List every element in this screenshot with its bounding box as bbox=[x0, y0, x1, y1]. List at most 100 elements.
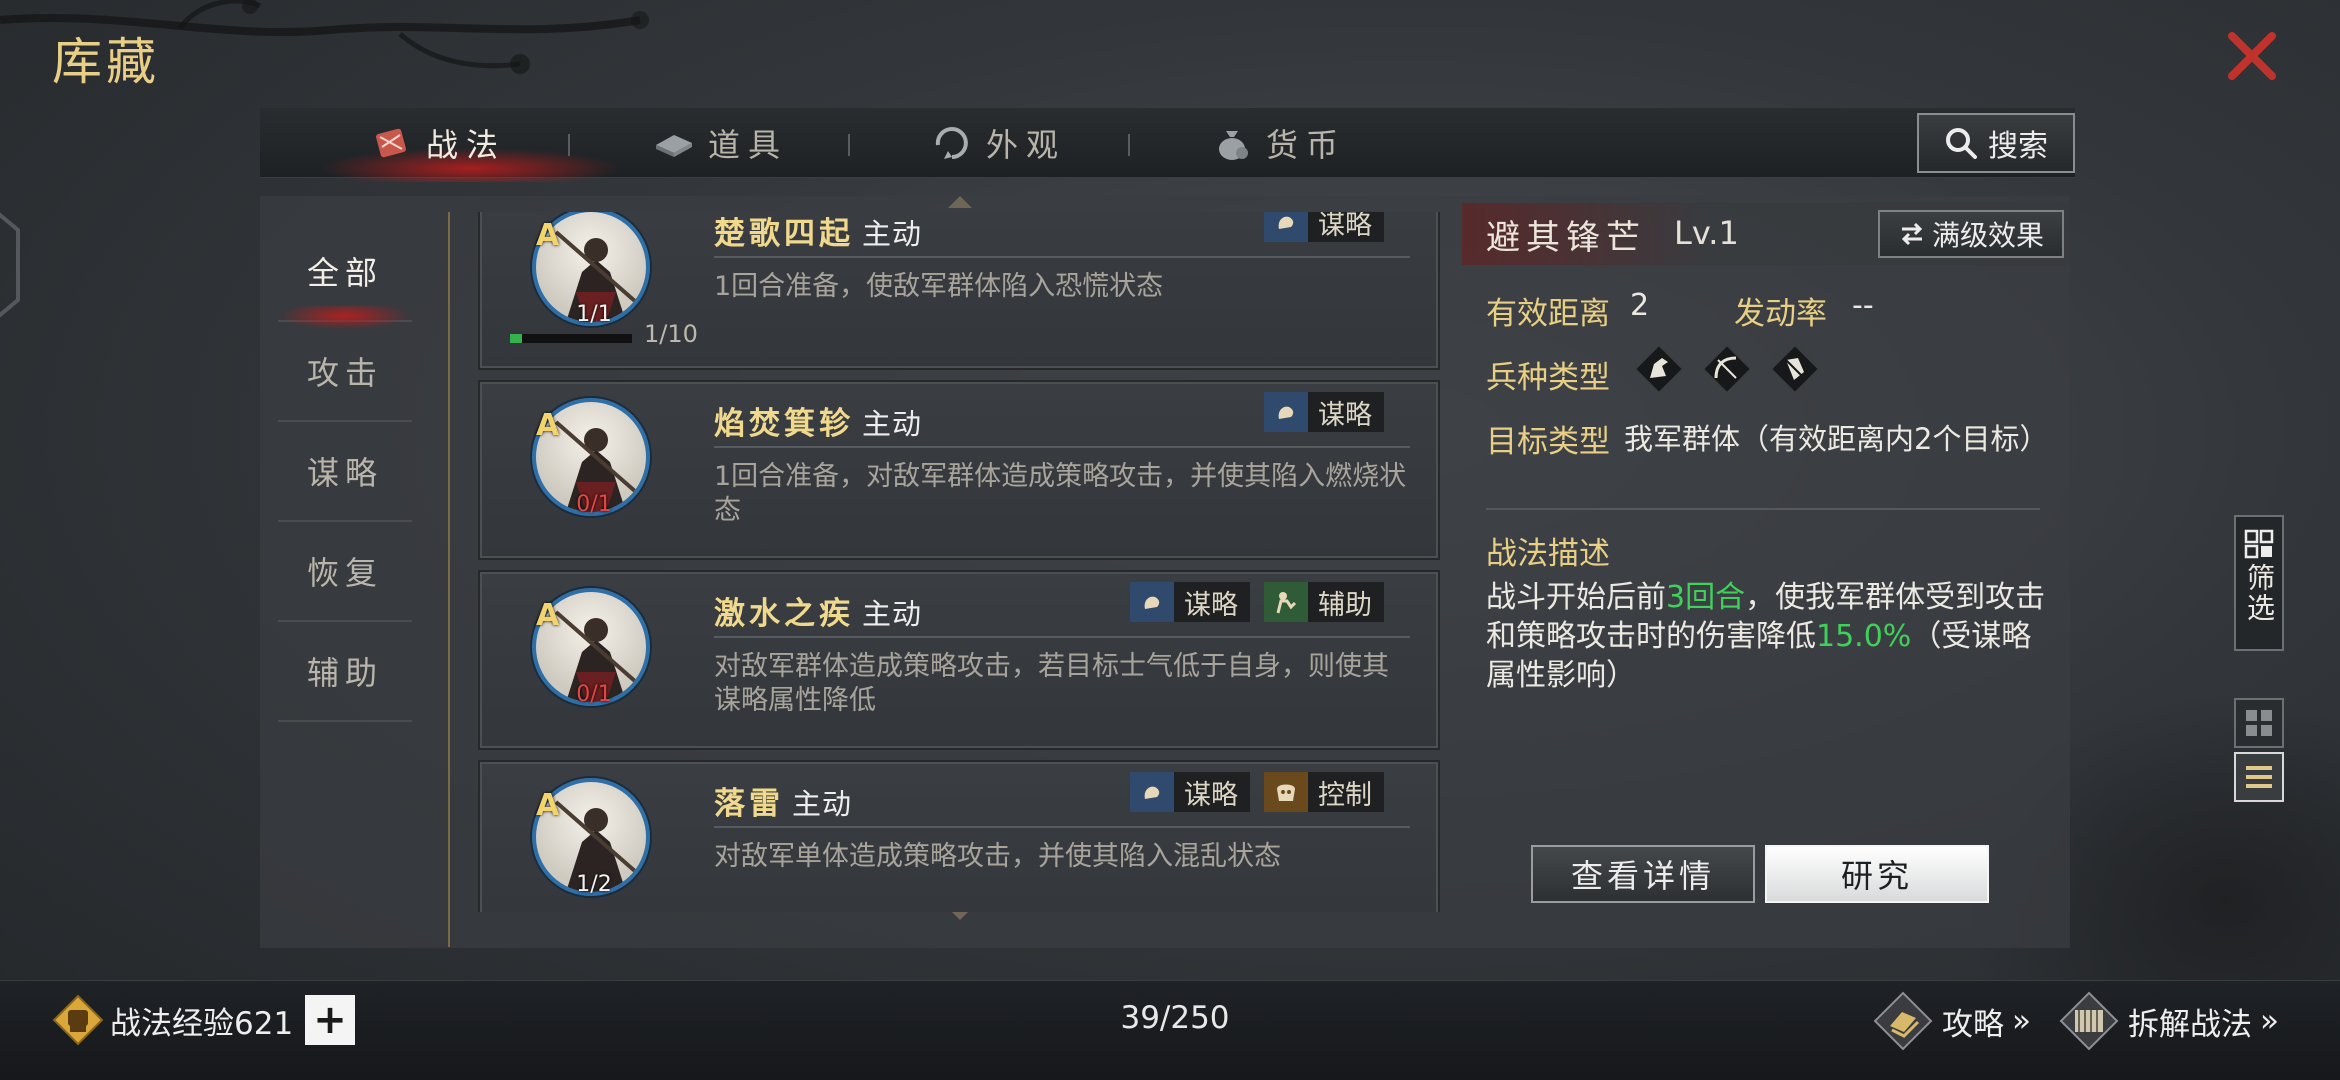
detail-skill-name: 避其锋芒 bbox=[1486, 218, 1646, 258]
guide-button[interactable]: 攻略 » bbox=[1872, 990, 2031, 1052]
skill-card[interactable]: A 0/1 激水之疾 主动 谋略 辅助 对敌军群体造成策略攻击，若目标士气低于自身… bbox=[478, 570, 1440, 750]
tab-divider bbox=[848, 134, 850, 156]
category-all[interactable]: 全部 bbox=[278, 222, 412, 330]
chevron-right-icon: » bbox=[2012, 1003, 2031, 1039]
skill-description: 对敌军群体造成策略攻击，若目标士气低于自身，则使其谋略属性降低 bbox=[714, 651, 1389, 716]
detail-skill-level: Lv.1 bbox=[1674, 214, 1739, 252]
max-level-effect-label: 满级效果 bbox=[1931, 219, 2044, 252]
tab-label: 外观 bbox=[986, 126, 1067, 164]
ingot-icon bbox=[656, 135, 692, 157]
grid-view-button[interactable] bbox=[2234, 698, 2284, 748]
skill-count: 0/1 bbox=[576, 682, 612, 707]
category-strategy[interactable]: 谋略 bbox=[278, 422, 412, 522]
dismantle-skills-button[interactable]: 拆解战法 » bbox=[2058, 990, 2279, 1052]
search-label: 搜索 bbox=[1988, 129, 2048, 164]
skill-description: 1回合准备，对敌军群体造成策略攻击，并使其陷入燃烧状态 bbox=[714, 461, 1407, 526]
guide-book-icon bbox=[1873, 991, 1933, 1051]
support-icon bbox=[1276, 592, 1297, 614]
swap-icon bbox=[1901, 222, 1923, 246]
skill-card[interactable]: A 0/1 焰焚箕轸 主动 谋略 1回合准备，对敌军群体造成策略攻击，并使其陷入燃… bbox=[478, 380, 1440, 560]
category-divider-line bbox=[448, 212, 450, 947]
skill-type: 主动 bbox=[792, 787, 853, 821]
tab-label: 道具 bbox=[708, 126, 789, 164]
filter-label: 筛选 bbox=[2243, 563, 2276, 623]
category-list: 全部 攻击 谋略 恢复 辅助 bbox=[278, 222, 412, 722]
view-details-button[interactable]: 查看详情 bbox=[1531, 845, 1755, 903]
skill-name: 落雷 主动 bbox=[714, 786, 853, 822]
tab-items[interactable]: 道具 bbox=[652, 108, 788, 178]
range-label: 有效距离 bbox=[1486, 296, 1610, 332]
tag-strategy: 谋略 bbox=[1130, 582, 1250, 622]
category-support[interactable]: 辅助 bbox=[278, 622, 412, 722]
skill-type: 主动 bbox=[862, 597, 923, 631]
tag-control: 控制 bbox=[1264, 772, 1384, 812]
category-label: 全部 bbox=[306, 254, 383, 292]
strategy-icon bbox=[1144, 786, 1160, 799]
strategy-icon bbox=[1278, 216, 1294, 229]
left-edge-ornament bbox=[0, 212, 20, 318]
strategy-icon bbox=[1144, 596, 1160, 609]
description-title: 战法描述 bbox=[1486, 536, 1610, 572]
chevron-right-icon: » bbox=[2260, 1003, 2279, 1039]
list-view-button[interactable] bbox=[2234, 752, 2284, 802]
exp-fist-icon bbox=[52, 994, 104, 1046]
research-button[interactable]: 研究 bbox=[1765, 845, 1989, 903]
close-icon[interactable] bbox=[2222, 26, 2282, 86]
filter-grid-icon bbox=[2244, 529, 2274, 559]
skill-description: 对敌军单体造成策略攻击，并使其陷入混乱状态 bbox=[714, 841, 1281, 872]
tab-divider bbox=[568, 134, 570, 156]
archer-icon bbox=[1701, 343, 1753, 395]
skill-description-detail: 战斗开始后前3回合，使我军群体受到攻击和策略攻击时的伤害降低15.0%（受谋略属… bbox=[1486, 580, 2046, 693]
filter-button[interactable]: 筛选 bbox=[2234, 515, 2284, 651]
rank-badge: A bbox=[536, 218, 560, 253]
tab-skills[interactable]: 战法 bbox=[370, 108, 506, 178]
guide-label: 攻略 bbox=[1942, 1006, 2004, 1043]
page-title: 库藏 bbox=[52, 33, 160, 91]
skill-divider bbox=[714, 446, 1410, 448]
tab-label: 战法 bbox=[426, 126, 507, 164]
tab-currency[interactable]: 货币 bbox=[1210, 108, 1346, 178]
trigger-rate-value: -- bbox=[1852, 288, 1874, 323]
add-exp-button[interactable]: + bbox=[305, 995, 355, 1045]
dismantle-label: 拆解战法 bbox=[2128, 1006, 2252, 1043]
target-type-value: 我军群体（有效距离内2个目标） bbox=[1624, 422, 2049, 456]
view-details-label: 查看详情 bbox=[1570, 857, 1715, 895]
range-value: 2 bbox=[1630, 288, 1650, 323]
research-label: 研究 bbox=[1840, 857, 1913, 895]
skill-count: 0/1 bbox=[576, 492, 612, 517]
skill-exp-label: 战法经验621 bbox=[110, 1005, 294, 1042]
highlight-rounds: 3回合 bbox=[1666, 580, 1746, 615]
target-type-label: 目标类型 bbox=[1486, 424, 1610, 460]
grid-view-icon bbox=[2246, 710, 2272, 736]
cavalry-icon bbox=[1633, 343, 1685, 395]
tab-divider bbox=[1128, 134, 1130, 156]
tab-appearance[interactable]: 外观 bbox=[930, 108, 1066, 178]
skill-count: 1/1 bbox=[576, 302, 612, 327]
scroll-icon bbox=[376, 128, 406, 158]
skill-card[interactable]: A 1/2 落雷 主动 谋略 控制 对敌军单体造成策略攻击，并使其陷入混乱状态 bbox=[478, 760, 1440, 912]
category-recovery[interactable]: 恢复 bbox=[278, 522, 412, 622]
skill-divider bbox=[714, 636, 1410, 638]
skill-card[interactable]: A 1/1 楚歌四起 主动 谋略 1回合准备，使敌军群体陷入恐慌状态 1/10 bbox=[478, 212, 1440, 370]
skill-divider bbox=[714, 826, 1410, 828]
tab-bar: 战法 道具 外观 货币 bbox=[260, 108, 2075, 182]
category-label: 谋略 bbox=[306, 454, 383, 492]
skill-divider bbox=[714, 256, 1410, 258]
progress-label: 1/10 bbox=[644, 320, 698, 348]
tag-strategy: 谋略 bbox=[1264, 212, 1384, 242]
trigger-rate-label: 发动率 bbox=[1734, 296, 1827, 332]
search-icon bbox=[1946, 128, 1977, 159]
progress-fill bbox=[510, 334, 523, 343]
skill-count: 1/2 bbox=[576, 872, 612, 897]
category-label: 攻击 bbox=[306, 354, 383, 392]
skill-progress-bar bbox=[510, 334, 632, 343]
skill-list[interactable]: A 1/1 楚歌四起 主动 谋略 1回合准备，使敌军群体陷入恐慌状态 1/10 A… bbox=[478, 212, 1440, 912]
category-attack[interactable]: 攻击 bbox=[278, 322, 412, 422]
search-button[interactable]: 搜索 bbox=[1917, 113, 2075, 173]
skill-name: 楚歌四起 主动 bbox=[714, 216, 923, 252]
list-view-icon bbox=[2246, 766, 2272, 788]
scroll-up-arrow[interactable] bbox=[948, 196, 972, 208]
skill-type: 主动 bbox=[862, 217, 923, 251]
max-level-effect-button[interactable]: 满级效果 bbox=[1878, 210, 2064, 258]
skill-name: 激水之疾 主动 bbox=[714, 596, 923, 632]
